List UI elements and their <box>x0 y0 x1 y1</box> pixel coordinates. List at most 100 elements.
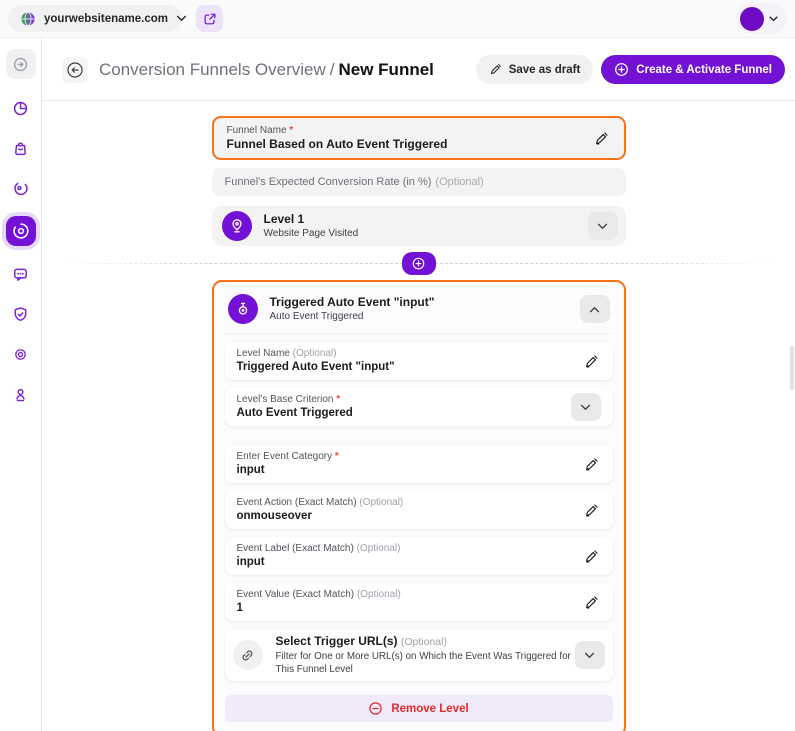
sidebar-item-expand[interactable] <box>5 49 36 79</box>
pencil-icon <box>584 549 599 564</box>
chevron-up-icon <box>589 306 600 313</box>
trigger-urls-description: Filter for One or More URL(s) on Which t… <box>275 651 571 675</box>
sidebar <box>0 38 42 731</box>
optional-mark: (Optional) <box>356 543 401 554</box>
site-name: yourwebsitename.com <box>44 12 168 25</box>
edit-event-label-button[interactable] <box>582 547 601 566</box>
sidebar-item-privacy[interactable] <box>6 299 36 329</box>
level-1-row[interactable]: Level 1 Website Page Visited <box>211 206 626 246</box>
level-2-header[interactable]: Triggered Auto Event "input" Auto Event … <box>224 290 613 334</box>
field-label: Level Name <box>236 348 290 359</box>
event-action-field[interactable]: Event Action (Exact Match) (Optional) on… <box>224 491 613 529</box>
chevron-down-icon <box>580 404 591 411</box>
event-label-field[interactable]: Event Label (Exact Match) (Optional) inp… <box>224 537 613 575</box>
event-category-field[interactable]: Enter Event Category * input <box>224 445 613 483</box>
edit-event-action-button[interactable] <box>582 501 601 520</box>
chevron-down-icon <box>584 652 595 659</box>
pencil-icon <box>594 131 609 146</box>
remove-level-button[interactable]: Remove Level <box>224 695 613 722</box>
level-1-title: Level 1 <box>263 212 305 226</box>
plus-circle-icon <box>411 256 426 271</box>
field-value: input <box>236 464 265 476</box>
breadcrumb-parent[interactable]: Conversion Funnels Overview <box>99 60 326 79</box>
external-link-icon <box>203 12 217 26</box>
base-criterion-field[interactable]: Level's Base Criterion * Auto Event Trig… <box>224 388 613 426</box>
level-2-title: Triggered Auto Event "input" <box>269 295 435 309</box>
sidebar-item-settings[interactable] <box>6 339 36 369</box>
optional-mark: (Optional) <box>435 176 484 188</box>
field-label: Enter Event Category <box>236 451 333 462</box>
sidebar-item-orders[interactable] <box>6 133 36 163</box>
edit-event-category-button[interactable] <box>582 455 601 474</box>
chat-icon <box>12 266 29 283</box>
create-activate-funnel-button[interactable]: Create & Activate Funnel <box>601 55 785 84</box>
remove-level-label: Remove Level <box>391 702 469 715</box>
topbar: yourwebsitename.com <box>0 0 795 38</box>
open-site-button[interactable] <box>196 5 223 32</box>
field-value: 1 <box>236 602 243 614</box>
sidebar-item-messages[interactable] <box>6 259 36 289</box>
funnel-form: Funnel Name * Funnel Based on Auto Event… <box>211 116 626 731</box>
minus-circle-icon <box>368 701 383 716</box>
optional-mark: (Optional) <box>356 589 401 600</box>
sidebar-item-analytics[interactable] <box>6 93 36 123</box>
back-arrow-icon <box>66 61 84 79</box>
user-menu[interactable] <box>736 3 787 34</box>
pencil-icon <box>584 595 599 610</box>
expected-conversion-rate-field[interactable]: Funnel's Expected Conversion Rate (in %)… <box>211 168 626 196</box>
optional-mark: (Optional) <box>359 497 404 508</box>
user-location-icon <box>12 386 29 403</box>
funnels-target-icon <box>12 222 30 240</box>
pencil-icon <box>489 63 502 76</box>
back-button[interactable] <box>62 56 88 83</box>
level-2-subtitle: Auto Event Triggered <box>269 311 364 322</box>
shield-check-icon <box>12 306 29 323</box>
save-as-draft-button[interactable]: Save as draft <box>475 55 594 84</box>
edit-event-value-button[interactable] <box>582 593 601 612</box>
field-value: input <box>236 556 265 568</box>
pencil-icon <box>584 354 599 369</box>
trigger-urls-label: Select Trigger URL(s) <box>275 634 398 648</box>
main-area: Conversion Funnels Overview / New Funnel S… <box>42 38 795 731</box>
avatar <box>740 6 764 31</box>
funnel-name-label: Funnel Name <box>226 125 287 136</box>
sidebar-item-audience[interactable] <box>6 379 36 409</box>
optional-mark: (Optional) <box>292 348 337 359</box>
site-selector[interactable]: yourwebsitename.com <box>8 5 187 32</box>
level-1-subtitle: Website Page Visited <box>263 228 359 239</box>
field-label: Event Label (Exact Match) <box>236 543 354 554</box>
level-2-collapse-button[interactable] <box>579 295 610 323</box>
optional-mark: (Optional) <box>400 636 447 648</box>
add-level-button[interactable] <box>401 251 436 275</box>
chevron-down-icon <box>176 15 187 22</box>
level-1-expand-button[interactable] <box>587 212 618 240</box>
pie-chart-icon <box>12 100 29 117</box>
breadcrumb: Conversion Funnels Overview / New Funnel <box>99 60 434 80</box>
breadcrumb-separator: / <box>329 59 335 79</box>
header-actions: Save as draft Create & Activate Funnel <box>475 55 785 84</box>
create-activate-funnel-label: Create & Activate Funnel <box>636 63 772 76</box>
gauge-icon <box>12 180 29 197</box>
funnel-name-value: Funnel Based on Auto Event Triggered <box>226 137 448 151</box>
field-label: Level's Base Criterion <box>236 394 334 405</box>
site-favicon-globe-icon <box>20 11 36 27</box>
sidebar-item-funnels[interactable] <box>5 216 36 246</box>
expand-sidebar-icon <box>12 56 29 73</box>
sidebar-item-performance[interactable] <box>6 173 36 203</box>
scrollbar-thumb[interactable] <box>790 346 794 390</box>
trigger-urls-field[interactable]: Select Trigger URL(s) (Optional) Filter … <box>224 629 613 681</box>
funnel-name-field[interactable]: Funnel Name * Funnel Based on Auto Event… <box>211 116 626 160</box>
required-mark: * <box>334 451 339 462</box>
base-criterion-select-button[interactable] <box>570 393 601 421</box>
field-value: Auto Event Triggered <box>236 407 353 419</box>
save-as-draft-label: Save as draft <box>508 63 581 76</box>
event-value-field[interactable]: Event Value (Exact Match) (Optional) 1 <box>224 583 613 621</box>
edit-level-name-button[interactable] <box>582 352 601 371</box>
level-name-field[interactable]: Level Name (Optional) Triggered Auto Eve… <box>224 342 613 380</box>
field-label: Event Value (Exact Match) <box>236 589 355 600</box>
link-icon <box>232 640 263 670</box>
field-value: Triggered Auto Event "input" <box>236 361 395 373</box>
edit-funnel-name-button[interactable] <box>592 129 611 148</box>
trigger-urls-select-button[interactable] <box>574 641 605 669</box>
shopping-bag-icon <box>12 140 29 157</box>
